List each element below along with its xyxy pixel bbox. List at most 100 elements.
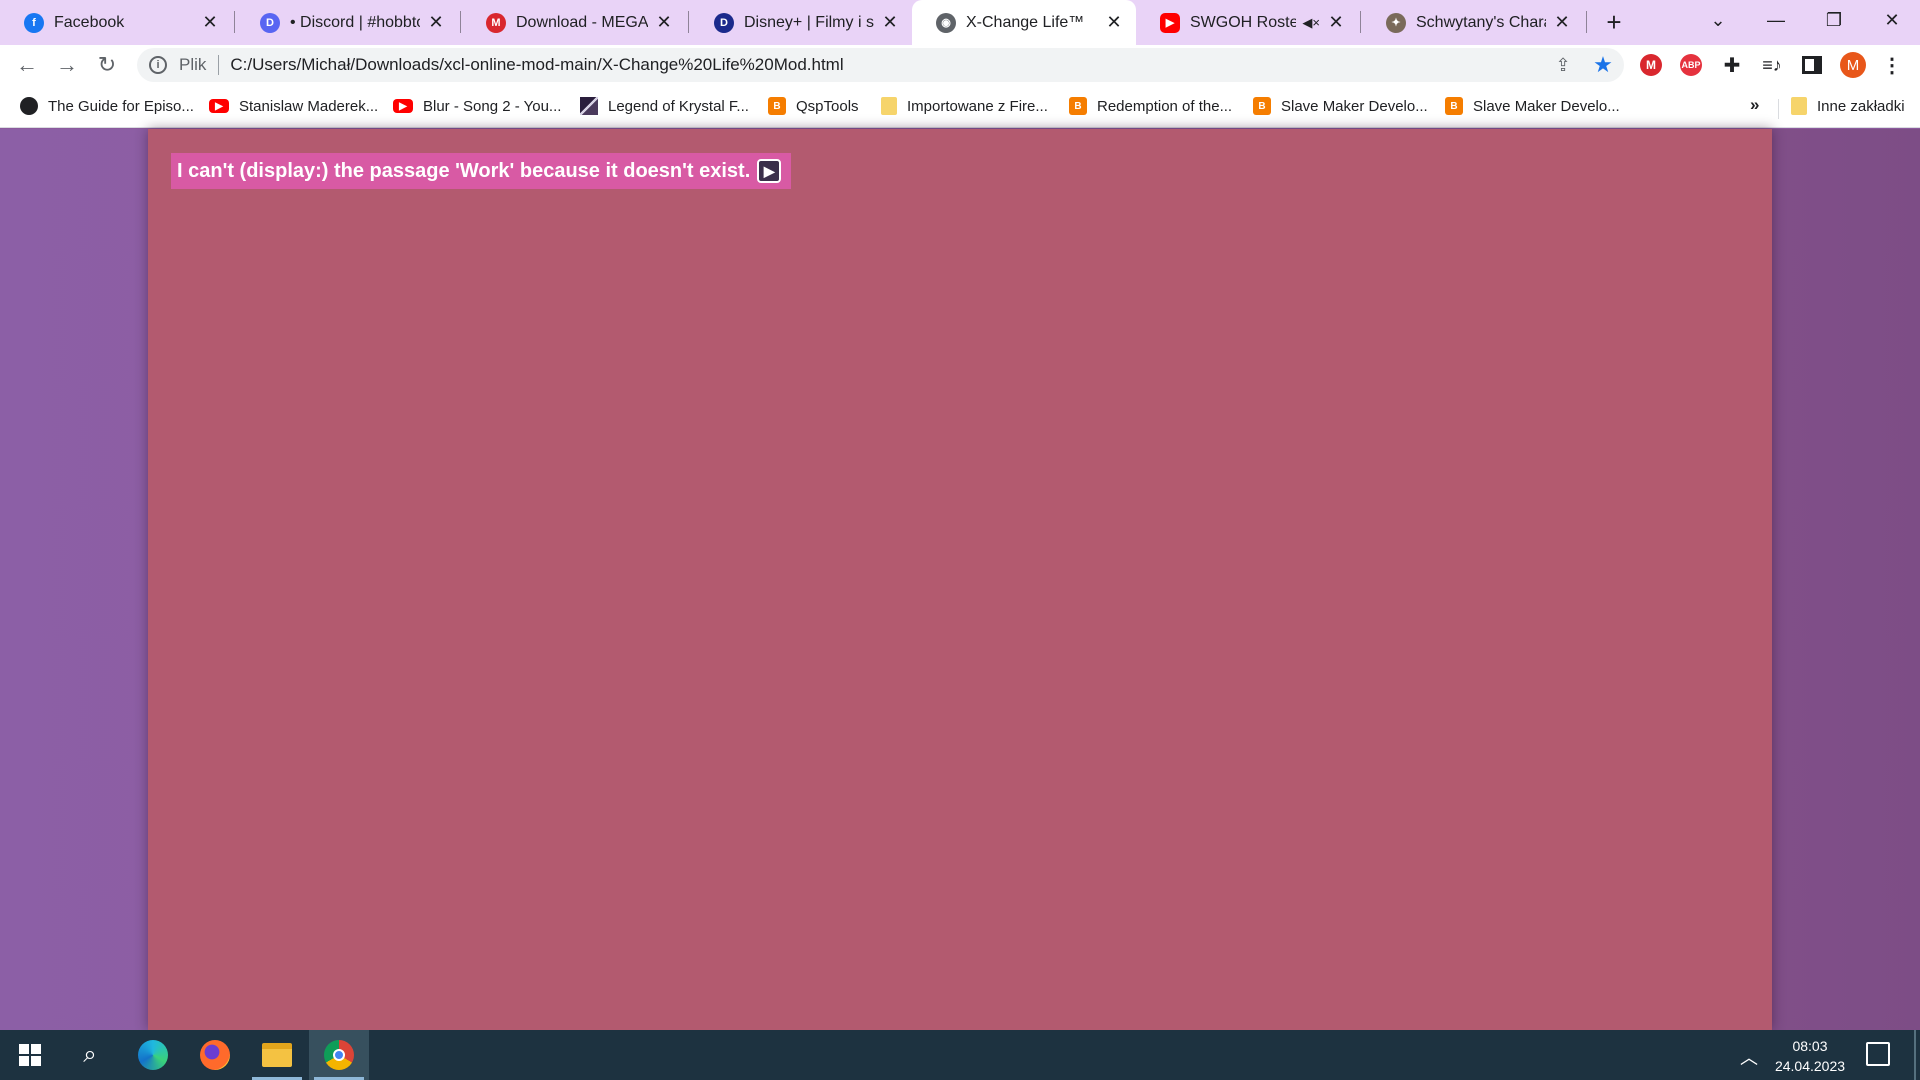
edge-icon — [138, 1040, 168, 1070]
start-button[interactable] — [0, 1030, 60, 1080]
taskbar-file-explorer[interactable] — [247, 1030, 307, 1080]
bookmark-item[interactable]: The Guide for Episo... — [20, 95, 194, 117]
close-icon[interactable]: ✕ — [1104, 12, 1124, 33]
tab-separator — [460, 11, 461, 33]
search-button[interactable]: ⌕ — [60, 1030, 120, 1080]
bookmarks-bar: The Guide for Episo... ▶ Stanislaw Mader… — [0, 85, 1920, 128]
forward-button[interactable]: → — [51, 49, 83, 81]
bookmark-item[interactable]: B Slave Maker Develo... — [1253, 95, 1428, 117]
tab-mega[interactable]: M Download - MEGA ✕ — [462, 0, 686, 45]
globe-icon — [20, 97, 38, 115]
info-icon[interactable]: i — [149, 56, 167, 74]
character-icon: ✦ — [1386, 12, 1406, 33]
close-window-button[interactable]: ✕ — [1866, 0, 1918, 40]
bookmark-label: Legend of Krystal F... — [608, 97, 749, 115]
media-controls-icon[interactable]: ≡♪ — [1760, 53, 1784, 77]
tab-schwytany-character[interactable]: ✦ Schwytany's Characte ✕ — [1362, 0, 1584, 45]
adblock-plus-icon[interactable]: ABP — [1680, 54, 1702, 76]
clock-date: 24.04.2023 — [1774, 1058, 1846, 1074]
bookmark-label: The Guide for Episo... — [48, 97, 194, 115]
other-bookmarks-folder[interactable]: Inne zakładki — [1791, 95, 1905, 117]
side-panel-icon[interactable] — [1802, 56, 1822, 74]
expand-error-icon[interactable]: ▶ — [757, 159, 782, 183]
divider — [218, 55, 220, 75]
reload-button[interactable]: ↻ — [91, 49, 123, 81]
show-desktop-button[interactable] — [1914, 1030, 1916, 1080]
back-button[interactable]: ← — [11, 49, 43, 81]
bookmark-item[interactable]: Legend of Krystal F... — [580, 95, 749, 117]
new-tab-button[interactable]: + — [1598, 6, 1630, 38]
bookmark-item[interactable]: B Slave Maker Develo... — [1445, 95, 1620, 117]
blogger-icon: B — [1445, 97, 1463, 115]
bookmark-folder[interactable]: Importowane z Fire... — [881, 95, 1048, 117]
taskbar-clock[interactable]: 08:03 24.04.2023 — [1770, 1036, 1850, 1076]
taskbar-edge[interactable] — [123, 1030, 183, 1080]
tab-title: Facebook — [54, 13, 125, 31]
story-passage-area: I can't (display:) the passage 'Work' be… — [148, 129, 1772, 1030]
bookmark-label: QspTools — [796, 97, 859, 115]
tab-title: Schwytany's Characte — [1416, 13, 1546, 31]
tab-strip: f Facebook ✕ D • Discord | #hobbton- ✕ M… — [0, 0, 1920, 45]
clock-time: 08:03 — [1792, 1038, 1828, 1054]
close-icon[interactable]: ✕ — [1552, 12, 1572, 33]
tab-separator — [688, 11, 689, 33]
share-icon[interactable]: ⇪ — [1548, 55, 1578, 76]
windows-logo-icon — [19, 1044, 41, 1066]
disney-plus-icon: D — [714, 12, 734, 33]
tab-separator — [234, 11, 235, 33]
tab-x-change-life[interactable]: ◉ X-Change Life™ ✕ — [912, 0, 1136, 45]
browser-toolbar: ← → ↻ i Plik C:/Users/Michał/Downloads/x… — [0, 45, 1920, 85]
restore-button[interactable]: ❐ — [1808, 0, 1860, 40]
youtube-icon: ▶ — [393, 99, 413, 113]
close-icon[interactable]: ✕ — [200, 12, 220, 33]
search-icon: ⌕ — [83, 1041, 97, 1068]
bookmark-label: Redemption of the... — [1097, 97, 1233, 115]
windows-taskbar: ⌕ ︿ 08:03 24.04.2023 — [0, 1030, 1920, 1080]
close-icon[interactable]: ✕ — [1326, 12, 1346, 33]
tab-discord[interactable]: D • Discord | #hobbton- ✕ — [236, 0, 458, 45]
bookmark-item[interactable]: B Redemption of the... — [1069, 95, 1232, 117]
blogger-icon: B — [768, 97, 786, 115]
page-background: I can't (display:) the passage 'Work' be… — [0, 129, 1920, 1030]
bookmark-label: Slave Maker Develo... — [1473, 97, 1620, 115]
bookmark-label: Importowane z Fire... — [907, 97, 1048, 115]
notifications-icon[interactable] — [1866, 1042, 1890, 1066]
close-icon[interactable]: ✕ — [654, 12, 674, 33]
bookmark-label: Blur - Song 2 - You... — [423, 97, 562, 115]
blogger-icon: B — [1069, 97, 1087, 115]
bookmarks-overflow-button[interactable]: » — [1750, 95, 1759, 115]
bookmark-label: Stanislaw Maderek... — [239, 97, 379, 115]
firefox-icon — [200, 1040, 230, 1070]
close-icon[interactable]: ✕ — [426, 12, 446, 33]
profile-avatar[interactable]: M — [1840, 52, 1866, 78]
tab-title: Disney+ | Filmy i seria — [744, 13, 874, 31]
url-text[interactable]: C:/Users/Michał/Downloads/xcl-online-mod… — [230, 55, 1548, 75]
youtube-icon: ▶ — [1160, 12, 1180, 33]
tab-facebook[interactable]: f Facebook ✕ — [0, 0, 232, 45]
bookmark-label: Inne zakładki — [1817, 97, 1905, 115]
bookmark-item[interactable]: B QspTools — [768, 95, 859, 117]
divider — [1778, 99, 1779, 119]
bookmark-star-icon[interactable]: ★ — [1588, 52, 1618, 78]
discord-chrome-icon: D — [260, 12, 280, 33]
tab-search-chevron-icon[interactable]: ⌄ — [1692, 0, 1744, 40]
folder-icon — [1791, 97, 1807, 115]
bookmark-item[interactable]: ▶ Stanislaw Maderek... — [209, 95, 378, 117]
menu-kebab-icon[interactable]: ⋮ — [1880, 53, 1904, 77]
mega-extension-icon[interactable]: M — [1640, 54, 1662, 76]
tab-title: SWGOH Roster R — [1190, 13, 1297, 31]
tab-swgoh-roster[interactable]: ▶ SWGOH Roster R ◀× ✕ — [1136, 0, 1358, 45]
close-icon[interactable]: ✕ — [880, 12, 900, 33]
address-bar[interactable]: i Plik C:/Users/Michał/Downloads/xcl-onl… — [137, 48, 1624, 82]
minimize-button[interactable]: — — [1750, 0, 1802, 40]
error-text: I can't (display:) the passage 'Work' be… — [177, 159, 751, 182]
tab-disney-plus[interactable]: D Disney+ | Filmy i seria ✕ — [690, 0, 912, 45]
file-explorer-icon — [262, 1043, 292, 1067]
extensions-puzzle-icon[interactable]: ✚ — [1720, 53, 1744, 77]
speaker-muted-icon[interactable]: ◀× — [1302, 15, 1320, 31]
taskbar-chrome[interactable] — [309, 1030, 369, 1080]
tray-chevron-up-icon[interactable]: ︿ — [1740, 1044, 1758, 1070]
taskbar-firefox[interactable] — [185, 1030, 245, 1080]
bookmark-label: Slave Maker Develo... — [1281, 97, 1428, 115]
bookmark-item[interactable]: ▶ Blur - Song 2 - You... — [393, 95, 561, 117]
